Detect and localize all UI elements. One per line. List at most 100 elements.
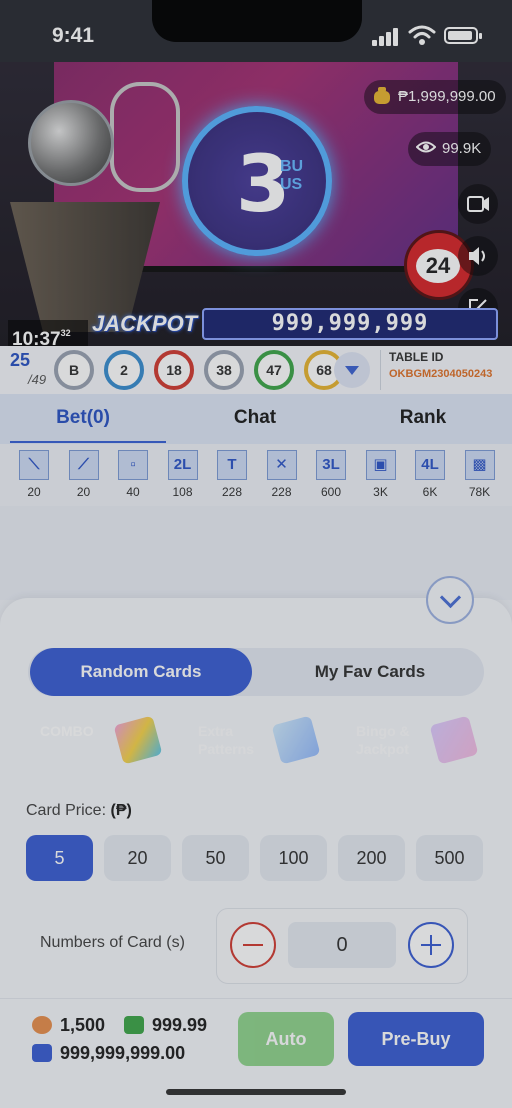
bingo-jackpot-button[interactable]: Bingo & Jackpot xyxy=(342,712,484,772)
draw-counter: 25 /49 xyxy=(10,350,46,387)
status-time: 9:41 xyxy=(52,24,95,47)
clock-seconds: 32 xyxy=(60,328,71,338)
jackpot-pool-badge: ₱1,999,999.00 xyxy=(364,80,506,114)
two-lines-pattern-icon: 2L xyxy=(167,450,198,480)
card-type-switch: Random Cards My Fav Cards xyxy=(28,648,484,696)
increase-button[interactable] xyxy=(408,922,454,968)
price-option[interactable]: 500 xyxy=(416,835,483,881)
pattern-payout: 78K xyxy=(468,485,491,499)
drawn-count: 25 xyxy=(10,350,31,370)
price-option[interactable]: 200 xyxy=(338,835,405,881)
pattern-item[interactable]: ▣ 3K xyxy=(363,450,399,499)
collapse-panel-button[interactable] xyxy=(426,576,474,624)
wifi-icon xyxy=(408,25,436,45)
drawn-ball-chip: B xyxy=(54,350,94,390)
price-option[interactable]: 5 xyxy=(26,835,93,881)
extra-patterns-label: Extra Patterns xyxy=(198,723,255,757)
tab-bet[interactable]: Bet(0) xyxy=(0,394,166,444)
device-notch xyxy=(152,0,362,42)
pattern-payout: 6K xyxy=(422,485,438,499)
draw-bar: 25 /49 B 2 18 38 47 68 TABLE ID OKBGM23040502… xyxy=(0,346,512,394)
four-lines-pattern-icon: 4L xyxy=(415,450,445,480)
show-history-button[interactable] xyxy=(334,352,370,388)
drawn-ball-chip: 38 xyxy=(204,350,244,390)
total-count: /49 xyxy=(28,372,47,387)
viewers-badge: 99.9K xyxy=(408,132,492,166)
combo-mode-label: COMBO xyxy=(40,723,94,739)
fav-cards-tab[interactable]: My Fav Cards xyxy=(258,648,482,696)
wallet-balance: 999,999,999.00 xyxy=(32,1043,185,1064)
tab-chat[interactable]: Chat xyxy=(172,394,338,444)
screen-subtext: BU US xyxy=(280,158,304,193)
pattern-payout: 600 xyxy=(320,485,342,499)
pre-buy-button[interactable]: Pre-Buy xyxy=(348,1012,484,1066)
wallet-icon xyxy=(32,1044,52,1062)
t-pattern-icon: T xyxy=(217,450,247,480)
diagonal-pattern-icon: ⟍ xyxy=(19,450,49,480)
signal-icon xyxy=(372,28,400,46)
tab-rank[interactable]: Rank xyxy=(340,394,506,444)
pattern-payout: 20 xyxy=(76,485,91,499)
pattern-payout: 40 xyxy=(126,485,140,499)
bingo-card-icon xyxy=(429,715,479,765)
drawn-ball-number: 24 xyxy=(416,249,460,283)
jackpot-label: JACKPOT xyxy=(92,311,198,336)
speaker-icon xyxy=(469,247,485,265)
peso-icon xyxy=(124,1016,144,1034)
decrease-button[interactable] xyxy=(230,922,276,968)
pattern-payout: 228 xyxy=(271,485,292,499)
random-cards-tab[interactable]: Random Cards xyxy=(30,648,252,696)
corners-pattern-icon: ▫ xyxy=(118,450,148,480)
anti-diagonal-pattern-icon: ⟋ xyxy=(68,450,99,480)
table-id-value: OKBGM2304050243 xyxy=(389,368,493,380)
extra-patterns-button[interactable]: Extra Patterns xyxy=(184,712,326,772)
pattern-item[interactable]: 4L 6K xyxy=(412,450,448,499)
chips-balance: 1,500 xyxy=(32,1015,105,1036)
blackout-pattern-icon: ▩ xyxy=(464,450,495,480)
game-clock: 10:3732 xyxy=(8,320,88,346)
three-lines-pattern-icon: 3L xyxy=(316,450,346,480)
pattern-item[interactable]: T 228 xyxy=(214,450,250,499)
card-price-text: Card Price: xyxy=(26,802,107,819)
viewers-count: 99.9K xyxy=(442,140,482,157)
eye-icon xyxy=(416,141,436,153)
price-option[interactable]: 100 xyxy=(260,835,327,881)
price-option[interactable]: 50 xyxy=(182,835,249,881)
x-pattern-icon: ✕ xyxy=(266,450,297,480)
frame-pattern-icon: ▣ xyxy=(365,450,396,480)
money-bag-icon xyxy=(374,87,390,104)
pattern-payout: 20 xyxy=(27,485,41,499)
ball-machine xyxy=(10,62,180,332)
live-video[interactable]: 3 BU US 24 ₱1,999,999.00 99.9K 10:3732 J… xyxy=(0,62,512,346)
pattern-payouts: ⟍ 20 ⟋ 20 ▫ 40 2L 108 T 228 ✕ 228 3L 600 ▣ 3K 4L 6K ▩ 78K xyxy=(0,444,512,506)
pattern-payout: 3K xyxy=(373,485,388,499)
credit-balance: 999.99 xyxy=(124,1015,207,1036)
camera-switch-button[interactable] xyxy=(458,184,498,224)
price-option[interactable]: 20 xyxy=(104,835,171,881)
battery-icon xyxy=(444,27,482,44)
app-root: 9:41 3 BU US 24 ₱1,999,999.00 99.9K 10:3… xyxy=(0,0,512,1108)
clock-time: 10:37 xyxy=(12,329,61,346)
status-bar: 9:41 xyxy=(0,0,512,62)
main-tabs: Bet(0) Chat Rank xyxy=(0,394,512,444)
sound-toggle-button[interactable] xyxy=(458,236,498,276)
pattern-item[interactable]: 2L 108 xyxy=(165,450,201,499)
pattern-payout: 108 xyxy=(172,485,193,499)
table-id-label: TABLE ID xyxy=(389,350,444,364)
pattern-item[interactable]: ▫ 40 xyxy=(115,450,151,499)
auto-button[interactable]: Auto xyxy=(238,1012,334,1066)
jackpot-value: 999,999,999 xyxy=(202,308,498,340)
home-indicator xyxy=(166,1089,346,1095)
pattern-bottle-icon xyxy=(271,715,321,765)
combo-mode-button[interactable]: COMBO xyxy=(26,712,168,772)
pattern-item[interactable]: ▩ 78K xyxy=(462,450,498,499)
pattern-item[interactable]: 3L 600 xyxy=(313,450,349,499)
drawn-ball-chip: 18 xyxy=(154,350,194,390)
pattern-item[interactable]: ✕ 228 xyxy=(264,450,300,499)
credit-value: 999.99 xyxy=(152,1015,208,1035)
wallet-value: 999,999,999.00 xyxy=(60,1043,186,1063)
chips-icon xyxy=(32,1016,52,1034)
pattern-item[interactable]: ⟍ 20 xyxy=(16,450,52,499)
pattern-item[interactable]: ⟋ 20 xyxy=(66,450,102,499)
quantity-value[interactable]: 0 xyxy=(288,922,396,968)
